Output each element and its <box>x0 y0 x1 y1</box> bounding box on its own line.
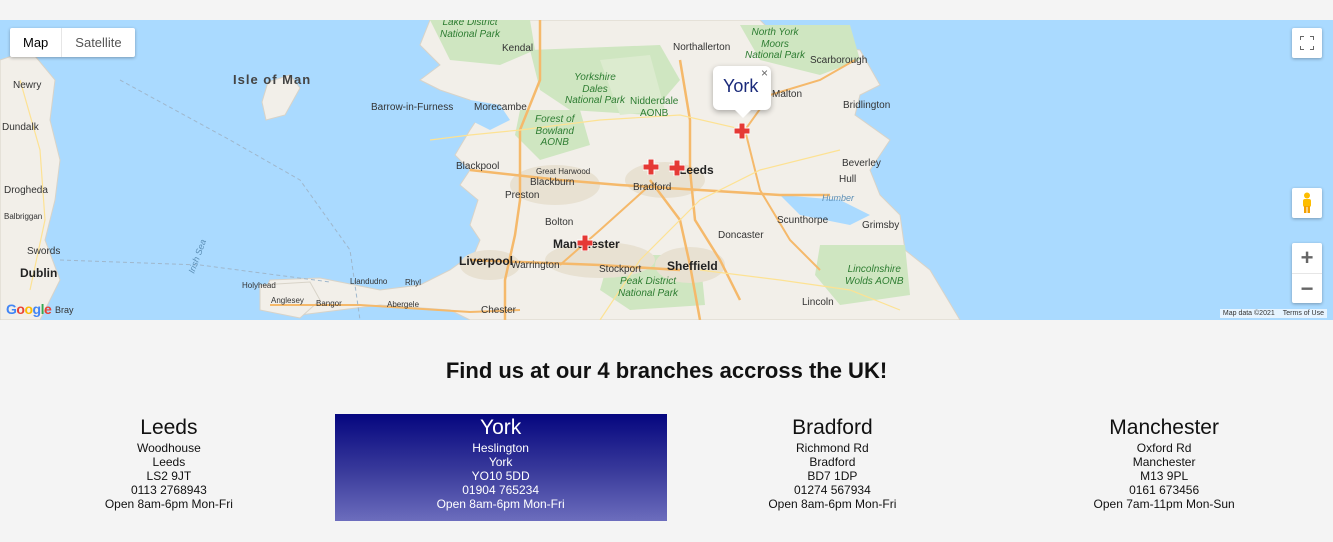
map-data-label: Map data ©2021 <box>1222 310 1275 317</box>
label-northallerton: Northallerton <box>673 42 731 53</box>
label-liverpool: Liverpool <box>459 254 514 268</box>
branch-name: York <box>479 416 522 439</box>
label-bradford: Bradford <box>633 182 672 193</box>
label-morecambe: Morecambe <box>474 102 527 113</box>
label-grimsby: Grimsby <box>862 220 900 231</box>
branch-city: Bradford <box>809 455 856 469</box>
label-scarborough: Scarborough <box>810 55 868 66</box>
branch-card-york[interactable]: York Heslington York YO10 5DD 01904 7652… <box>334 414 667 521</box>
label-blackburn: Blackburn <box>530 177 575 188</box>
label-bangor: Bangor <box>316 299 342 308</box>
branch-city: Manchester <box>1132 455 1196 469</box>
zoom-control: + − <box>1292 243 1322 303</box>
label-abergele: Abergele <box>387 300 420 309</box>
branch-postcode: M13 9PL <box>1140 469 1189 483</box>
marker-leeds[interactable] <box>669 160 685 176</box>
label-warrington: Warrington <box>511 260 560 271</box>
fullscreen-icon <box>1300 36 1314 50</box>
label-swords: Swords <box>27 246 61 257</box>
label-lake-district: Lake District National Park <box>440 20 501 40</box>
branch-postcode: YO10 5DD <box>471 469 530 483</box>
label-sheffield: Sheffield <box>667 259 718 273</box>
branch-card-leeds[interactable]: Leeds Woodhouse Leeds LS2 9JT 0113 27689… <box>3 414 335 521</box>
terms-of-use-link[interactable]: Terms of Use <box>1283 310 1324 317</box>
info-window-title: York <box>723 76 759 96</box>
label-forest-bowland: Forest of Bowland AONB <box>535 114 575 148</box>
label-yorkshire-dales: Yorkshire Dales National Park <box>565 72 626 106</box>
branch-hours: Open 8am-6pm Mon-Fri <box>104 497 233 511</box>
marker-manchester[interactable] <box>577 235 593 251</box>
label-dublin: Dublin <box>20 266 58 280</box>
label-humber: Humber <box>822 193 855 203</box>
label-great-harwood: Great Harwood <box>536 167 591 176</box>
label-nidderdale: Nidderdale AONB <box>630 96 679 119</box>
branch-card-bradford[interactable]: Bradford Richmond Rd Bradford BD7 1DP 01… <box>667 414 999 521</box>
label-preston: Preston <box>505 190 540 201</box>
label-isle-of-man: Isle of Man <box>233 72 312 87</box>
branch-name: Leeds <box>140 416 198 439</box>
branch-phone: 0113 2768943 <box>130 483 207 497</box>
label-drogheda: Drogheda <box>4 185 48 196</box>
label-balbriggan: Balbriggan <box>4 212 43 221</box>
street-view-button[interactable] <box>1292 188 1322 218</box>
branch-list: Leeds Woodhouse Leeds LS2 9JT 0113 27689… <box>3 414 1330 521</box>
label-barrow: Barrow-in-Furness <box>371 102 454 113</box>
label-chester: Chester <box>481 305 517 316</box>
label-malton: Malton <box>772 89 803 100</box>
marker-bradford[interactable] <box>643 159 659 175</box>
branch-postcode: BD7 1DP <box>807 469 858 483</box>
branch-address-line: Richmond Rd <box>796 441 869 455</box>
label-hull: Hull <box>839 174 857 185</box>
map-attribution: Map data ©2021 Terms of Use <box>1219 309 1327 318</box>
branch-address-line: Woodhouse <box>136 441 201 455</box>
info-window: York × <box>713 66 771 118</box>
branch-phone: 01274 567934 <box>794 483 871 497</box>
label-dundalk: Dundalk <box>2 122 39 133</box>
fullscreen-button[interactable] <box>1292 28 1322 58</box>
label-lincolnshire-wolds: Lincolnshire Wolds AONB <box>845 264 904 287</box>
label-holyhead: Holyhead <box>242 281 276 290</box>
branch-city: York <box>488 455 513 469</box>
label-kendal: Kendal <box>502 43 534 54</box>
map-type-control: Map Satellite <box>10 28 135 57</box>
branch-hours: Open 7am-11pm Mon-Sun <box>1093 497 1235 511</box>
map-base <box>0 20 961 320</box>
zoom-out-button[interactable]: − <box>1292 273 1322 303</box>
google-logo: Google <box>6 301 52 317</box>
label-scunthorpe: Scunthorpe <box>777 215 829 226</box>
label-blackpool: Blackpool <box>456 161 500 172</box>
label-peak-district: Peak District National Park <box>618 276 679 299</box>
map-type-satellite-button[interactable]: Satellite <box>62 28 134 57</box>
branch-phone: 01904 765234 <box>462 483 539 497</box>
branch-name: Bradford <box>792 416 873 439</box>
label-newry: Newry <box>13 80 42 91</box>
zoom-in-button[interactable]: + <box>1292 243 1322 273</box>
branch-address-line: Heslington <box>472 441 529 455</box>
branch-hours: Open 8am-6pm Mon-Fri <box>768 497 897 511</box>
label-bridlington: Bridlington <box>843 100 891 111</box>
label-north-york-moors: North York Moors National Park <box>745 27 806 61</box>
label-llandudno: Llandudno <box>350 277 388 286</box>
label-rhyl: Rhyl <box>405 278 422 287</box>
label-bolton: Bolton <box>545 217 574 228</box>
branch-hours: Open 8am-6pm Mon-Fri <box>436 497 565 511</box>
branch-address-line: Oxford Rd <box>1136 441 1192 455</box>
label-doncaster: Doncaster <box>718 230 764 241</box>
pegman-icon <box>1303 192 1311 213</box>
map-type-map-button[interactable]: Map <box>10 28 63 57</box>
branch-name: Manchester <box>1109 416 1219 439</box>
map-view[interactable]: Lake District National Park Kendal North … <box>0 20 1333 320</box>
marker-york[interactable] <box>734 123 750 139</box>
branch-postcode: LS2 9JT <box>146 469 192 483</box>
close-icon[interactable]: × <box>761 66 768 80</box>
label-bray: Bray <box>55 305 74 315</box>
branch-card-manchester[interactable]: Manchester Oxford Rd Manchester M13 9PL … <box>998 414 1330 521</box>
label-stockport: Stockport <box>599 264 642 275</box>
branch-city: Leeds <box>152 455 186 469</box>
page-heading: Find us at our 4 branches accross the UK… <box>445 358 888 383</box>
label-lincoln: Lincoln <box>802 297 834 308</box>
label-anglesey: Anglesey <box>271 296 304 305</box>
branch-phone: 0161 673456 <box>1129 483 1200 497</box>
label-beverley: Beverley <box>842 158 881 169</box>
